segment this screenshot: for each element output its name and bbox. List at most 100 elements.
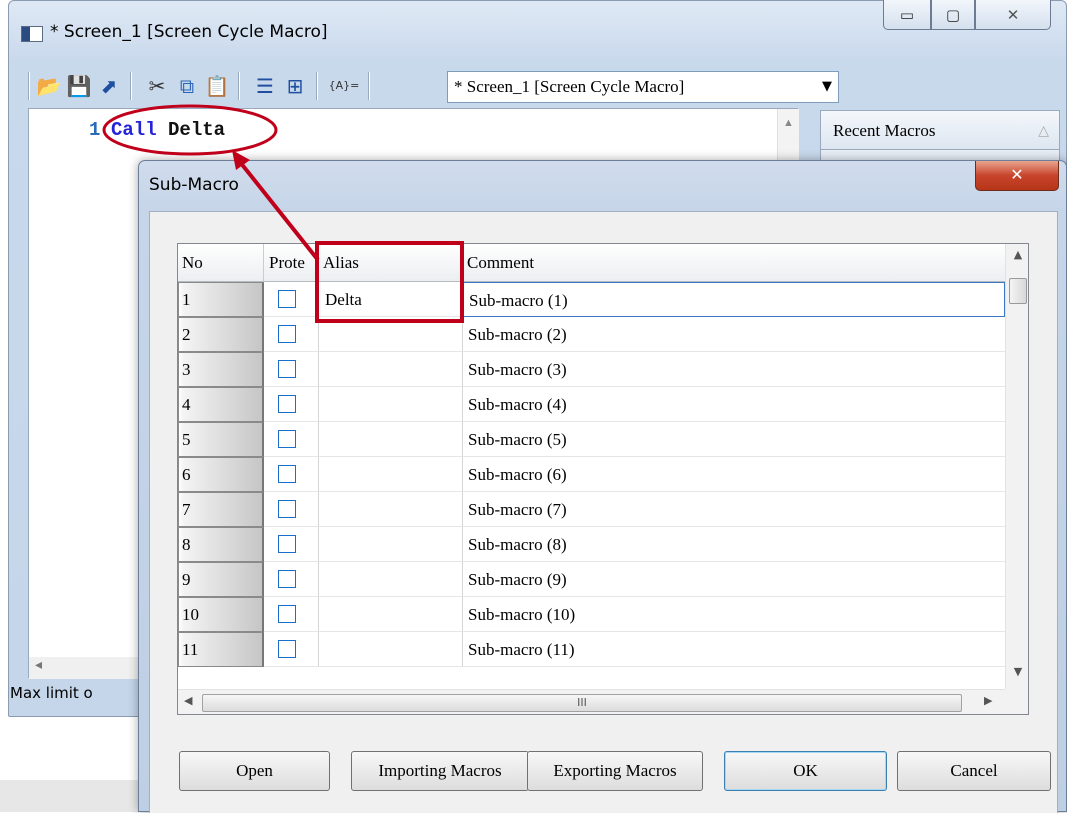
collapse-icon[interactable]: △: [1038, 111, 1049, 151]
row-number-cell[interactable]: 6: [178, 457, 264, 492]
scroll-up-icon[interactable]: ▲: [1006, 248, 1028, 261]
comment-cell[interactable]: Sub-macro (7): [463, 492, 1005, 527]
table-row[interactable]: 1 Delta Sub-macro (1): [178, 282, 1005, 317]
comment-cell[interactable]: Sub-macro (2): [463, 317, 1005, 352]
insert-table-icon[interactable]: ⊞: [282, 74, 308, 98]
table-row[interactable]: 10 Sub-macro (10): [178, 597, 1005, 632]
protect-checkbox[interactable]: [278, 430, 296, 448]
cancel-button[interactable]: Cancel: [897, 751, 1051, 791]
row-number-cell[interactable]: 2: [178, 317, 264, 352]
column-header-comment[interactable]: Comment: [463, 244, 1005, 282]
alias-cell[interactable]: Delta: [319, 282, 463, 317]
comment-cell[interactable]: Sub-macro (6): [463, 457, 1005, 492]
window-title: * Screen_1 [Screen Cycle Macro]: [50, 22, 328, 42]
grid-horizontal-scrollbar[interactable]: ◀ III ▶: [178, 689, 1005, 714]
row-number-cell[interactable]: 3: [178, 352, 264, 387]
protect-checkbox[interactable]: [278, 465, 296, 483]
protect-checkbox[interactable]: [278, 325, 296, 343]
row-number-cell[interactable]: 1: [178, 282, 264, 317]
row-number-cell[interactable]: 11: [178, 632, 264, 667]
scroll-up-icon[interactable]: ▲: [778, 117, 799, 129]
copy-icon[interactable]: ⧉: [174, 74, 200, 98]
alias-cell[interactable]: [319, 317, 463, 352]
row-number-cell[interactable]: 4: [178, 387, 264, 422]
protect-checkbox[interactable]: [278, 290, 296, 308]
alias-cell[interactable]: [319, 352, 463, 387]
row-number-cell[interactable]: 7: [178, 492, 264, 527]
alias-cell[interactable]: [319, 632, 463, 667]
protect-checkbox[interactable]: [278, 535, 296, 553]
alias-cell[interactable]: [319, 387, 463, 422]
macro-select-value: * Screen_1 [Screen Cycle Macro]: [454, 77, 685, 96]
app-icon: [21, 26, 43, 42]
table-row[interactable]: 7 Sub-macro (7): [178, 492, 1005, 527]
exporting-macros-button[interactable]: Exporting Macros: [527, 751, 703, 791]
grid-vertical-scrollbar[interactable]: ▲ ▼: [1005, 244, 1028, 689]
protect-checkbox[interactable]: [278, 360, 296, 378]
recent-macros-header[interactable]: Recent Macros △: [820, 110, 1060, 150]
table-row[interactable]: 8 Sub-macro (8): [178, 527, 1005, 562]
protect-cell: [264, 527, 319, 562]
alias-cell[interactable]: [319, 597, 463, 632]
macro-select[interactable]: * Screen_1 [Screen Cycle Macro] ▼: [447, 71, 839, 103]
alias-cell[interactable]: [319, 527, 463, 562]
scroll-left-icon[interactable]: ◂: [35, 657, 42, 673]
maximize-button[interactable]: ▢: [931, 0, 975, 30]
paste-icon[interactable]: 📋: [204, 74, 230, 98]
protect-cell: [264, 422, 319, 457]
protect-checkbox[interactable]: [278, 640, 296, 658]
protect-cell: [264, 317, 319, 352]
scroll-right-icon[interactable]: ▶: [984, 694, 992, 707]
comment-cell[interactable]: Sub-macro (9): [463, 562, 1005, 597]
table-row[interactable]: 2 Sub-macro (2): [178, 317, 1005, 352]
row-number-cell[interactable]: 10: [178, 597, 264, 632]
minimize-button[interactable]: ▭: [883, 0, 931, 30]
table-row[interactable]: 6 Sub-macro (6): [178, 457, 1005, 492]
window-close-button[interactable]: ✕: [975, 0, 1051, 30]
scroll-thumb[interactable]: [1009, 278, 1027, 304]
save-icon[interactable]: 💾: [66, 74, 92, 98]
importing-macros-button[interactable]: Importing Macros: [351, 751, 529, 791]
scroll-thumb[interactable]: III: [202, 694, 962, 712]
scroll-down-icon[interactable]: ▼: [1006, 665, 1028, 678]
ok-button[interactable]: OK: [724, 751, 887, 791]
row-number-cell[interactable]: 9: [178, 562, 264, 597]
alias-cell[interactable]: [319, 492, 463, 527]
comment-cell[interactable]: Sub-macro (4): [463, 387, 1005, 422]
row-number-cell[interactable]: 8: [178, 527, 264, 562]
toolbar-separator: [238, 72, 240, 100]
table-row[interactable]: 5 Sub-macro (5): [178, 422, 1005, 457]
protect-cell: [264, 282, 319, 317]
open-folder-icon[interactable]: 📂: [36, 74, 62, 98]
comment-cell[interactable]: Sub-macro (11): [463, 632, 1005, 667]
export-icon[interactable]: ⬈: [96, 74, 122, 98]
comment-cell[interactable]: Sub-macro (8): [463, 527, 1005, 562]
cut-icon[interactable]: ✂: [144, 74, 170, 98]
table-row[interactable]: 3 Sub-macro (3): [178, 352, 1005, 387]
dialog-close-button[interactable]: ✕: [975, 161, 1059, 191]
alias-cell[interactable]: [319, 457, 463, 492]
table-row[interactable]: 4 Sub-macro (4): [178, 387, 1005, 422]
alias-icon[interactable]: {A}=: [324, 74, 364, 98]
protect-checkbox[interactable]: [278, 500, 296, 518]
comment-cell[interactable]: Sub-macro (3): [463, 352, 1005, 387]
alias-cell[interactable]: [319, 422, 463, 457]
protect-checkbox[interactable]: [278, 570, 296, 588]
column-header-alias[interactable]: Alias: [319, 244, 463, 282]
scroll-left-icon[interactable]: ◀: [184, 694, 192, 707]
protect-checkbox[interactable]: [278, 395, 296, 413]
row-number-cell[interactable]: 5: [178, 422, 264, 457]
alias-cell[interactable]: [319, 562, 463, 597]
protect-checkbox[interactable]: [278, 605, 296, 623]
comment-cell[interactable]: Sub-macro (5): [463, 422, 1005, 457]
table-row[interactable]: 11 Sub-macro (11): [178, 632, 1005, 667]
column-header-protect[interactable]: Prote: [264, 244, 319, 282]
comment-cell[interactable]: Sub-macro (1): [463, 282, 1005, 317]
toolbar-separator: [368, 72, 370, 100]
comment-cell[interactable]: Sub-macro (10): [463, 597, 1005, 632]
column-header-no[interactable]: No: [178, 244, 264, 282]
code-line[interactable]: Call Delta: [111, 119, 225, 141]
table-row[interactable]: 9 Sub-macro (9): [178, 562, 1005, 597]
open-button[interactable]: Open: [179, 751, 330, 791]
list-icon[interactable]: ☰: [252, 74, 278, 98]
